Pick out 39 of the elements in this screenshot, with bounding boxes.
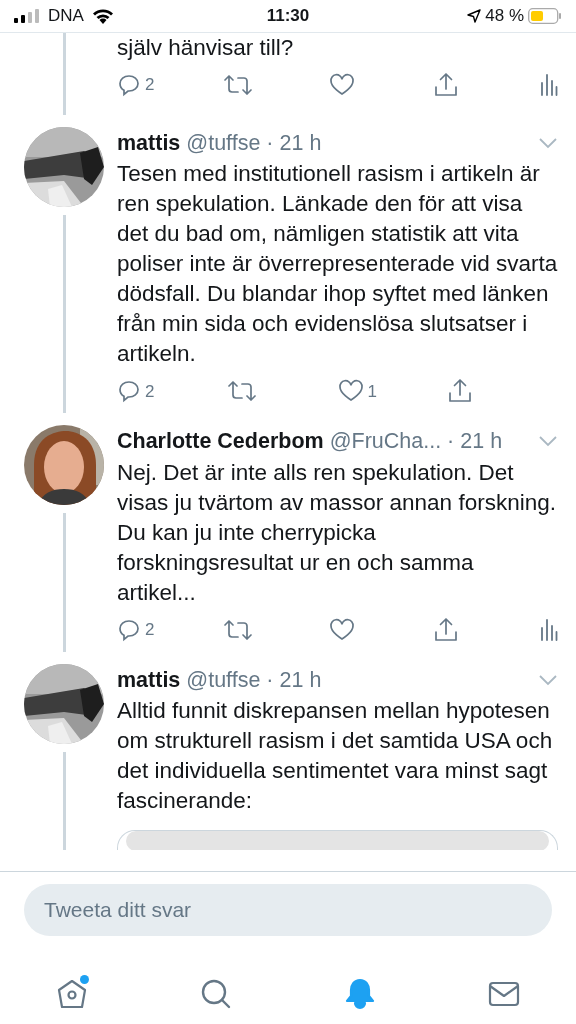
tweet-text: Tesen med institutionell rasism i artikeln är ren spekulation. Länkade den för att visa det du bad om, nämligen statistik att vita poliser inte är överrepresenterade vid svarta dödsfall. Du blandar ihop syftet med länken från min sida och evidenslösa slutsatser i artikeln.: [117, 160, 558, 369]
heart-icon: [328, 73, 355, 97]
user-handle: @tuffse: [186, 130, 261, 157]
reply-input-field[interactable]: Tweeta ditt svar: [24, 884, 552, 936]
user-name: Charlotte Cederbom: [117, 428, 324, 456]
tweet-time: · 21 h: [266, 130, 322, 157]
location-arrow-icon: [467, 9, 482, 23]
tweet-text: själv hänvisar till?: [117, 34, 295, 62]
speech-bubble-icon: [117, 379, 141, 404]
heart-icon: [337, 379, 364, 404]
analytics-button[interactable]: [540, 73, 558, 97]
share-icon: [434, 72, 459, 98]
tweet-time: · 21 h: [447, 428, 503, 456]
battery-percentage: 48 %: [485, 5, 524, 28]
share-icon: [434, 616, 459, 643]
like-button[interactable]: 1: [337, 378, 398, 404]
user-handle: @FruCha...: [329, 428, 442, 456]
user-handle: @tuffse: [186, 666, 261, 694]
battery-icon: [528, 8, 562, 24]
reply-button[interactable]: 2: [117, 378, 177, 404]
tweet-text: Nej. Det är inte alls ren spekulation. Det visas ju tvärtom av massor annan forskning. Du kan ju inte cherrypicka forskningsresultat ur en och samma artikel...: [117, 458, 557, 607]
reply-button[interactable]: 2: [117, 616, 177, 643]
speech-bubble-icon: [117, 73, 141, 97]
carrier-name: DNA: [48, 5, 84, 28]
signal-icon: [14, 9, 40, 23]
speech-bubble-icon: [117, 617, 141, 642]
user-name: mattis: [117, 130, 181, 157]
chevron-down-icon[interactable]: [538, 673, 558, 686]
user-name: mattis: [117, 666, 181, 694]
wifi-icon: [91, 8, 114, 24]
chevron-down-icon[interactable]: [538, 137, 558, 150]
chevron-down-icon[interactable]: [538, 435, 558, 448]
tweet-time: · 21 h: [266, 666, 322, 694]
analytics-button[interactable]: [540, 617, 558, 642]
heart-icon: [328, 617, 355, 642]
reply-button[interactable]: 2: [117, 72, 177, 98]
clock-time: 11:30: [266, 5, 310, 28]
share-icon: [447, 378, 472, 405]
tweet-text: Alltid funnit diskrepansen mellan hypotesen om strukturell rasism i det samtida USA och det individuella sentimentet vara minst sagt fascinerande:: [117, 696, 554, 815]
